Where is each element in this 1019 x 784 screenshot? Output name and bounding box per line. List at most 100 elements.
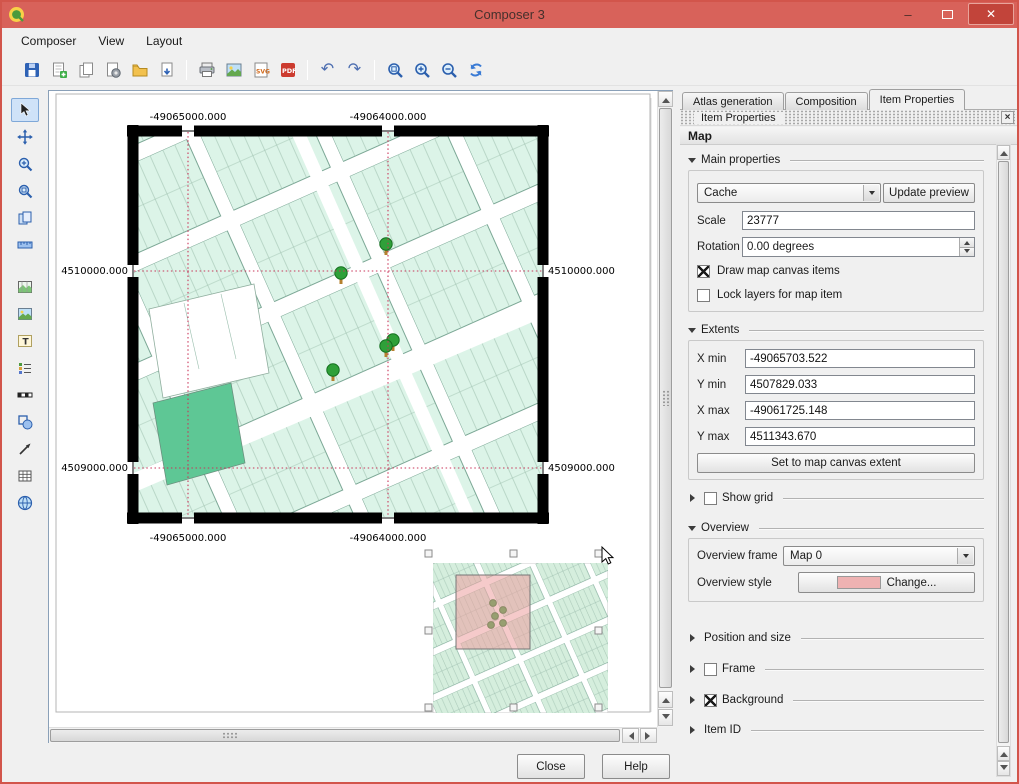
export-image-button[interactable] [220, 57, 247, 83]
close-dialog-button[interactable]: Close [517, 754, 585, 779]
canvas-vertical-scrollbar[interactable] [657, 91, 673, 727]
minimize-button[interactable]: – [890, 3, 926, 25]
overview-map-item[interactable] [433, 563, 608, 713]
add-new-scalebar-tool[interactable] [11, 383, 39, 407]
add-new-map-tool[interactable] [11, 275, 39, 299]
selection-handle[interactable] [510, 704, 517, 711]
item-id-collapser[interactable]: Item ID [688, 722, 984, 738]
background-checkbox[interactable] [704, 694, 717, 707]
new-composer-button[interactable] [45, 57, 72, 83]
xmax-input[interactable] [745, 401, 975, 420]
spin-up-icon[interactable] [959, 238, 974, 248]
tab-composition[interactable]: Composition [785, 92, 868, 110]
zoom-full-button[interactable] [381, 57, 408, 83]
preview-mode-combobox[interactable]: Cache [697, 183, 881, 203]
selection-handle[interactable] [510, 550, 517, 557]
selection-handle[interactable] [595, 627, 602, 634]
show-grid-collapser[interactable]: Show grid [688, 490, 984, 506]
export-svg-button[interactable]: SVG [247, 57, 274, 83]
composition-canvas[interactable]: -49065000.000 -49064000.000 -49065000.00… [48, 90, 673, 743]
set-to-map-canvas-extent-button[interactable]: Set to map canvas extent [697, 453, 975, 473]
frame-checkbox[interactable] [704, 663, 717, 676]
select-move-item-tool[interactable] [11, 98, 39, 122]
item-id-label: Item ID [704, 724, 741, 736]
map-item[interactable]: -49065000.000 -49064000.000 -49065000.00… [61, 91, 615, 561]
add-basic-shape-tool[interactable] [11, 410, 39, 434]
selection-handle[interactable] [425, 704, 432, 711]
panel-scroll-down-button[interactable] [997, 761, 1010, 776]
spinner-buttons[interactable] [959, 238, 974, 256]
zoom-full-tool[interactable] [11, 179, 39, 203]
dock-titlebar[interactable]: Item Properties [680, 109, 1019, 126]
tab-atlas-generation[interactable]: Atlas generation [682, 92, 784, 110]
draw-canvas-items-checkbox[interactable] [697, 265, 710, 278]
canvas-horizontal-scrollbar[interactable] [49, 727, 657, 743]
composer-manager-button[interactable] [99, 57, 126, 83]
panel-scrollbar[interactable] [996, 144, 1011, 777]
panel-scroll-up-button[interactable] [997, 145, 1010, 160]
ymin-input[interactable] [745, 375, 975, 394]
refresh-view-button[interactable] [462, 57, 489, 83]
scroll-right-button[interactable] [640, 728, 657, 743]
horizontal-scroll-thumb[interactable] [50, 729, 620, 742]
print-button[interactable] [193, 57, 220, 83]
move-item-content-tool[interactable] [11, 125, 39, 149]
undo-button[interactable]: ↶ [314, 57, 341, 83]
selection-handle[interactable] [425, 627, 432, 634]
add-new-legend-tool[interactable] [11, 356, 39, 380]
update-preview-button[interactable]: Update preview [883, 183, 975, 203]
ymax-input[interactable] [745, 427, 975, 446]
overview-frame-combobox[interactable]: Map 0 [783, 546, 975, 566]
maximize-button[interactable] [929, 3, 965, 25]
menu-view[interactable]: View [87, 30, 135, 52]
tab-item-properties[interactable]: Item Properties [869, 89, 966, 110]
add-new-label-tool[interactable]: T [11, 329, 39, 353]
selection-handle[interactable] [595, 704, 602, 711]
dock-close-icon[interactable] [1001, 111, 1014, 124]
frame-collapser[interactable]: Frame [688, 661, 984, 677]
background-collapser[interactable]: Background [688, 692, 984, 708]
redo-button[interactable]: ↷ [341, 57, 368, 83]
save-template-button[interactable] [153, 57, 180, 83]
scroll-up-button[interactable] [658, 91, 673, 107]
zoom-out-button[interactable] [435, 57, 462, 83]
preview-mode-value: Cache [704, 187, 737, 199]
xmin-input[interactable] [745, 349, 975, 368]
composer-page-view[interactable]: -49065000.000 -49064000.000 -49065000.00… [49, 91, 657, 727]
add-image-tool[interactable] [11, 302, 39, 326]
load-template-button[interactable] [126, 57, 153, 83]
add-attribute-table-tool[interactable] [11, 464, 39, 488]
scale-input[interactable] [742, 211, 975, 230]
menu-composer[interactable]: Composer [10, 30, 87, 52]
vertical-scroll-thumb[interactable] [659, 108, 672, 688]
selection-handle[interactable] [595, 550, 602, 557]
add-html-frame-tool[interactable] [11, 491, 39, 515]
copy-composer-item-tool[interactable] [11, 206, 39, 230]
scroll-left-button[interactable] [622, 728, 639, 743]
scroll-down-button[interactable] [658, 709, 673, 726]
scroll-up-button-2[interactable] [658, 691, 673, 708]
show-grid-checkbox[interactable] [704, 492, 717, 505]
zoom-in-tool[interactable] [11, 152, 39, 176]
panel-scroll-up-button-2[interactable] [997, 746, 1010, 761]
main-properties-collapser[interactable]: Main properties [688, 152, 984, 168]
overview-style-change-button[interactable]: Change... [798, 572, 975, 593]
position-and-size-collapser[interactable]: Position and size [688, 630, 984, 646]
duplicate-composer-button[interactable] [72, 57, 99, 83]
extents-collapser[interactable]: Extents [688, 322, 984, 338]
menu-layout[interactable]: Layout [135, 30, 193, 52]
titlebar[interactable]: Composer 3 – ✕ [2, 2, 1017, 28]
panel-scroll-thumb[interactable] [998, 161, 1009, 743]
ruler-guides-tool[interactable] [11, 233, 39, 257]
close-button[interactable]: ✕ [968, 3, 1014, 25]
lock-layers-checkbox[interactable] [697, 289, 710, 302]
save-project-button[interactable] [18, 57, 45, 83]
zoom-in-button[interactable] [408, 57, 435, 83]
help-button[interactable]: Help [602, 754, 670, 779]
spin-down-icon[interactable] [959, 248, 974, 257]
selection-handle[interactable] [425, 550, 432, 557]
export-pdf-button[interactable]: PDF [274, 57, 301, 83]
overview-collapser[interactable]: Overview [688, 520, 984, 536]
rotation-spinbox[interactable]: 0.00 degrees [742, 237, 975, 257]
add-arrow-tool[interactable] [11, 437, 39, 461]
